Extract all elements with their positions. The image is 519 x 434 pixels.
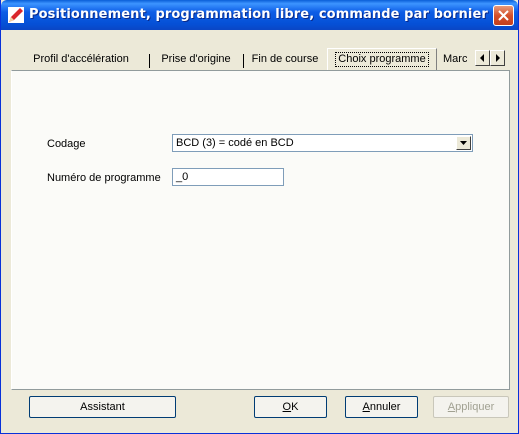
right-arrow-icon xyxy=(496,54,500,62)
tab-separator xyxy=(149,54,150,68)
tab-scroll-right-button[interactable] xyxy=(490,50,505,66)
codage-selected-value: BCD (3) = codé en BCD xyxy=(176,137,294,149)
tab-prise-origine[interactable]: Prise d'origine xyxy=(155,50,237,70)
close-button[interactable] xyxy=(493,5,514,26)
appliquer-mnemonic: A xyxy=(447,401,456,413)
appliquer-button[interactable]: Appliquer xyxy=(433,396,509,418)
annuler-label-rest: nnuler xyxy=(369,401,401,413)
ok-button[interactable]: OK xyxy=(254,396,327,418)
tab-label-active: Choix programme xyxy=(335,52,429,67)
left-arrow-icon xyxy=(480,54,484,62)
tab-fin-de-course[interactable]: Fin de course xyxy=(249,50,321,70)
appliquer-label-rest: ppliquer xyxy=(455,401,495,413)
tab-panel xyxy=(11,70,510,390)
title-bar[interactable]: Positionnement, programmation libre, com… xyxy=(1,0,518,30)
close-icon xyxy=(498,10,509,21)
tab-scroll-arrows xyxy=(475,50,505,66)
dialog-window: Positionnement, programmation libre, com… xyxy=(0,0,519,434)
program-number-input[interactable]: _0 xyxy=(172,168,284,186)
tab-scroll-left-button[interactable] xyxy=(475,50,490,66)
dropdown-arrow-icon xyxy=(460,141,467,145)
pencil-icon xyxy=(8,7,24,23)
assistant-button[interactable]: Assistant xyxy=(29,396,176,418)
ok-label-rest: K xyxy=(291,401,299,413)
tab-marche[interactable]: Marc xyxy=(441,50,467,70)
tab-profil-acceleration[interactable]: Profil d'accélération xyxy=(19,50,143,70)
program-number-label: Numéro de programme xyxy=(47,172,161,184)
codage-select[interactable]: BCD (3) = codé en BCD xyxy=(172,134,473,152)
tab-choix-programme[interactable]: Choix programme xyxy=(327,48,437,70)
ok-mnemonic: O xyxy=(282,401,292,413)
window-title: Positionnement, programmation libre, com… xyxy=(29,7,488,22)
annuler-button[interactable]: Annuler xyxy=(345,396,418,418)
tab-strip: Profil d'accélération Prise d'origine Fi… xyxy=(11,48,510,72)
tab-separator xyxy=(243,54,244,68)
codage-label: Codage xyxy=(47,138,86,150)
codage-dropdown-button[interactable] xyxy=(456,136,471,150)
annuler-mnemonic: A xyxy=(362,401,370,413)
